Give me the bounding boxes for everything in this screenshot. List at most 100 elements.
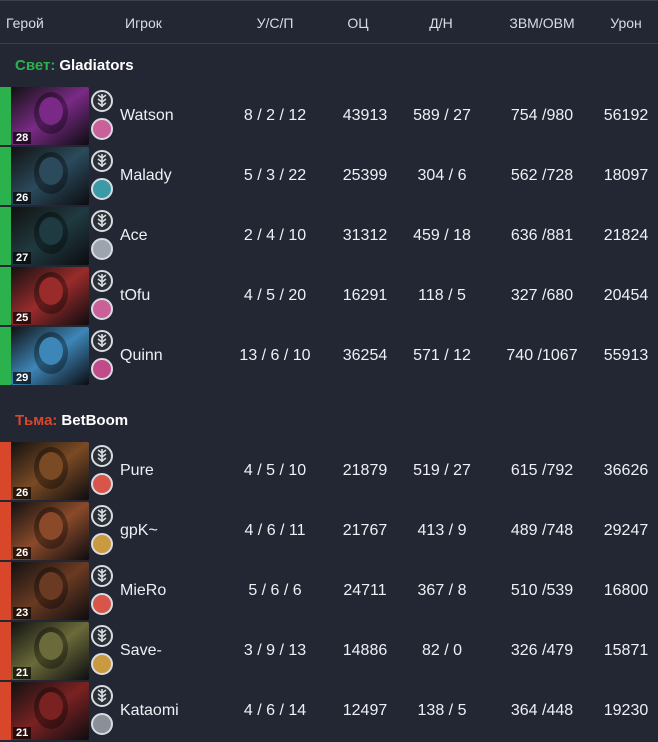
networth-value: 25399 <box>342 167 388 184</box>
table-row[interactable]: 26 Malady 5 / 3 / 22 25399 304 / 6 562 /728 18… <box>0 147 658 207</box>
player-name[interactable]: Malady <box>120 167 172 185</box>
hero-level: 23 <box>13 607 32 619</box>
table-row[interactable]: 28 Watson 8 / 2 / 12 43913 589 / 27 754 /980 5… <box>0 87 658 147</box>
player-name[interactable]: MieRo <box>120 582 166 600</box>
col-player[interactable]: Игрок <box>125 15 162 31</box>
target-icon[interactable] <box>91 473 113 495</box>
lh-dn-value: 304 / 6 <box>417 167 467 184</box>
hero-level: 26 <box>13 547 32 559</box>
team-color-bar <box>0 147 11 205</box>
damage-value: 55913 <box>603 347 649 364</box>
talent-tree-icon[interactable] <box>91 565 113 587</box>
hero-portrait[interactable]: 26 <box>11 442 89 500</box>
xp-icon[interactable] <box>91 713 113 735</box>
talent-tree-icon[interactable] <box>91 505 113 527</box>
kda-value: 3 / 9 / 13 <box>243 642 307 659</box>
networth-value: 12497 <box>342 702 388 719</box>
lh-dn-value: 459 / 18 <box>413 227 471 244</box>
gpm-xpm-value: 740 /1067 <box>506 347 578 364</box>
table-row[interactable]: 23 MieRo 5 / 6 / 6 24711 367 / 8 510 /539 1680… <box>0 562 658 622</box>
table-row[interactable]: 26 gpK~ 4 / 6 / 11 21767 413 / 9 489 /748 2924… <box>0 502 658 562</box>
hero-level: 28 <box>13 132 32 144</box>
hero-level: 26 <box>13 192 32 204</box>
col-lh-dn[interactable]: Д/Н <box>429 15 452 31</box>
hero-portrait[interactable]: 25 <box>11 267 89 325</box>
hero-portrait[interactable]: 27 <box>11 207 89 265</box>
hero-portrait[interactable]: 21 <box>11 622 89 680</box>
scoreboard: Герой Игрок У/С/П ОЦ Д/Н ЗВМ/ОВМ Урон Св… <box>0 0 658 740</box>
team-dire-title: Тьма: BetBoom <box>15 412 128 429</box>
table-row[interactable]: 29 Quinn 13 / 6 / 10 36254 571 / 12 740 /1067… <box>0 327 658 387</box>
lh-dn-value: 589 / 27 <box>413 107 471 124</box>
hero-portrait[interactable]: 26 <box>11 502 89 560</box>
hourglass-icon[interactable] <box>91 238 113 260</box>
talent-tree-icon[interactable] <box>91 270 113 292</box>
col-damage[interactable]: Урон <box>610 15 642 31</box>
team-side-label: Свет: <box>15 57 56 74</box>
talent-tree-icon[interactable] <box>91 90 113 112</box>
talent-tree-icon[interactable] <box>91 150 113 172</box>
talent-tree-icon[interactable] <box>91 210 113 232</box>
team-color-bar <box>0 442 11 500</box>
team-color-bar <box>0 682 11 740</box>
damage-value: 20454 <box>603 287 649 304</box>
gpm-xpm-value: 754 /980 <box>510 107 574 124</box>
kda-value: 13 / 6 / 10 <box>239 347 311 364</box>
hero-level: 21 <box>13 667 32 679</box>
lh-dn-value: 138 / 5 <box>417 702 467 719</box>
table-row[interactable]: 27 Ace 2 / 4 / 10 31312 459 / 18 636 /881 2182… <box>0 207 658 267</box>
table-row[interactable]: 21 Kataomi 4 / 6 / 14 12497 138 / 5 364 /448 1… <box>0 682 658 742</box>
hero-portrait[interactable]: 28 <box>11 87 89 145</box>
networth-value: 21879 <box>342 462 388 479</box>
table-row[interactable]: 25 tOfu 4 / 5 / 20 16291 118 / 5 327 /680 2045… <box>0 267 658 327</box>
player-name[interactable]: Pure <box>120 462 154 480</box>
kda-value: 4 / 5 / 20 <box>243 287 307 304</box>
carry-icon[interactable] <box>91 298 113 320</box>
player-name[interactable]: tOfu <box>120 287 150 305</box>
talent-tree-icon[interactable] <box>91 445 113 467</box>
talent-tree-icon[interactable] <box>91 625 113 647</box>
team-color-bar <box>0 562 11 620</box>
player-name[interactable]: Kataomi <box>120 702 179 720</box>
hero-portrait[interactable]: 21 <box>11 682 89 740</box>
team-color-bar <box>0 87 11 145</box>
talent-tree-icon[interactable] <box>91 685 113 707</box>
lh-dn-value: 413 / 9 <box>417 522 467 539</box>
player-name[interactable]: Save- <box>120 642 162 660</box>
gpm-xpm-value: 327 /680 <box>510 287 574 304</box>
player-name[interactable]: Ace <box>120 227 148 245</box>
sword-icon[interactable] <box>91 533 113 555</box>
talent-tree-icon[interactable] <box>91 330 113 352</box>
hero-portrait[interactable]: 26 <box>11 147 89 205</box>
support-icon[interactable] <box>91 178 113 200</box>
table-row[interactable]: 26 Pure 4 / 5 / 10 21879 519 / 27 615 /792 366… <box>0 442 658 502</box>
col-kda[interactable]: У/С/П <box>257 15 294 31</box>
fist-icon[interactable] <box>91 358 113 380</box>
damage-value: 36626 <box>603 462 649 479</box>
player-name[interactable]: gpK~ <box>120 522 158 540</box>
networth-value: 21767 <box>342 522 388 539</box>
team-side-label: Тьма: <box>15 412 58 429</box>
kda-value: 2 / 4 / 10 <box>243 227 307 244</box>
hero-portrait[interactable]: 23 <box>11 562 89 620</box>
table-row[interactable]: 21 Save- 3 / 9 / 13 14886 82 / 0 326 /479 1587… <box>0 622 658 682</box>
player-name[interactable]: Watson <box>120 107 174 125</box>
player-name[interactable]: Quinn <box>120 347 163 365</box>
networth-value: 24711 <box>343 582 387 599</box>
team-name: BetBoom <box>61 412 129 429</box>
damage-value: 16800 <box>603 582 649 599</box>
team-name: Gladiators <box>59 57 134 74</box>
hero-portrait[interactable]: 29 <box>11 327 89 385</box>
gpm-xpm-value: 615 /792 <box>510 462 574 479</box>
damage-value: 19230 <box>603 702 649 719</box>
hero-level: 27 <box>13 252 32 264</box>
lh-dn-value: 519 / 27 <box>413 462 471 479</box>
kda-value: 4 / 6 / 11 <box>244 522 306 539</box>
fist-icon[interactable] <box>91 653 113 675</box>
col-networth[interactable]: ОЦ <box>347 15 368 31</box>
col-hero[interactable]: Герой <box>6 15 44 31</box>
beast-icon[interactable] <box>91 593 113 615</box>
col-gpm-xpm[interactable]: ЗВМ/ОВМ <box>509 15 574 31</box>
carry-icon[interactable] <box>91 118 113 140</box>
hero-level: 26 <box>13 487 32 499</box>
